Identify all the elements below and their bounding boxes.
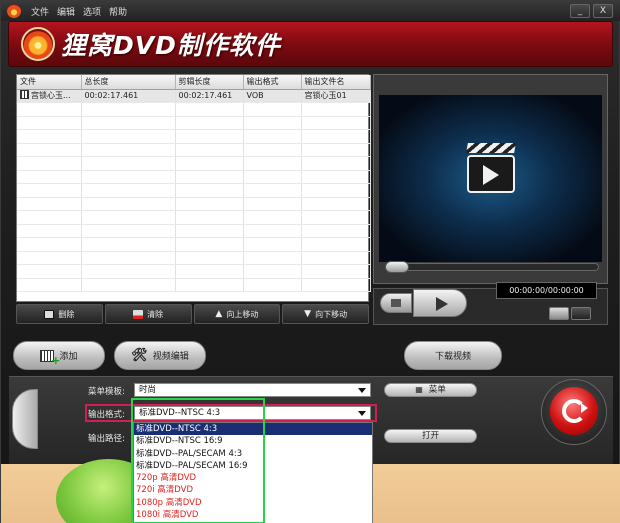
film-file-icon: [20, 90, 29, 100]
grid-icon: ▦: [415, 385, 423, 394]
move-up-button[interactable]: ▲ 向上移动: [193, 304, 281, 324]
empty-row: [17, 170, 371, 184]
list-button-bar: 删除 清除 ▲ 向上移动 ▼ 向下移动: [16, 304, 369, 325]
time-display: 00:00:00/00:00:00: [496, 282, 597, 299]
table-row[interactable]: 宫锁心玉... 00:02:17.461 00:02:17.461 VOB 宫锁…: [17, 89, 371, 103]
empty-row: [17, 197, 371, 211]
video-placeholder-icon: [467, 155, 515, 193]
play-button[interactable]: [413, 289, 467, 317]
empty-row: [17, 143, 371, 157]
move-down-label: 向下移动: [315, 309, 348, 319]
cell-file: 宫锁心玉...: [17, 89, 82, 103]
snapshot-folder-button[interactable]: [571, 307, 591, 320]
arrow-down-icon: ▼: [304, 309, 312, 319]
app-window: 文件 编辑 选项 帮助 _ X 狸窝DVD制作软件 文件 总长度 剪辑长度 输出…: [0, 0, 620, 523]
empty-row: [17, 210, 371, 225]
download-video-button[interactable]: 下载视频: [404, 341, 502, 370]
menubar: 文件 编辑 选项 帮助 _ X: [1, 1, 620, 21]
file-list-panel: 文件 总长度 剪辑长度 输出格式 输出文件名 宫锁心玉... 00:02:17.…: [16, 74, 371, 302]
move-down-button[interactable]: ▼ 向下移动: [282, 304, 369, 324]
flame-logo-icon: [21, 27, 55, 61]
video-edit-button[interactable]: 🛠 视频编辑: [114, 341, 206, 370]
cell-clip-length: 00:02:17.461: [175, 89, 244, 103]
empty-row: [17, 102, 371, 117]
video-edit-label: 视频编辑: [152, 352, 189, 362]
empty-row: [17, 251, 371, 265]
table-header-row: 文件 总长度 剪辑长度 输出格式 输出文件名: [17, 75, 371, 90]
cell-total-length: 00:02:17.461: [81, 89, 176, 103]
delete-button[interactable]: 删除: [16, 304, 103, 324]
col-header-output-filename[interactable]: 输出文件名: [301, 75, 371, 90]
minimize-button[interactable]: _: [570, 4, 590, 18]
menu-template-label: 菜单模板:: [88, 387, 125, 397]
app-logo-icon: [7, 4, 21, 18]
delete-label: 删除: [58, 309, 75, 319]
delete-icon: [44, 309, 55, 319]
snapshot-button[interactable]: [549, 307, 569, 320]
clear-button[interactable]: 清除: [104, 304, 192, 324]
clear-label: 清除: [147, 309, 164, 319]
preview-panel: [373, 74, 608, 284]
empty-row: [17, 237, 371, 252]
seek-bar[interactable]: [385, 263, 599, 271]
tools-icon: 🛠: [131, 348, 148, 363]
window-controls: _ X: [570, 4, 613, 18]
cell-output-format: VOB: [243, 89, 302, 103]
move-up-label: 向上移动: [226, 309, 259, 319]
col-header-total-length[interactable]: 总长度: [81, 75, 176, 90]
empty-row: [17, 264, 371, 279]
menu-template-value: 时尚: [139, 385, 157, 395]
empty-row: [17, 183, 371, 198]
menu-button[interactable]: ▦ 菜单: [384, 383, 477, 397]
menu-options[interactable]: 选项: [83, 5, 101, 18]
menu-template-select[interactable]: 时尚: [134, 383, 371, 397]
menu-file[interactable]: 文件: [31, 5, 49, 18]
chevron-down-icon: [358, 388, 366, 393]
col-header-file[interactable]: 文件: [17, 75, 82, 90]
title-banner: 狸窝DVD制作软件: [8, 21, 613, 67]
col-header-clip-length[interactable]: 剪辑长度: [175, 75, 244, 90]
open-folder-button[interactable]: 打开: [384, 429, 477, 443]
prev-menu-button[interactable]: [12, 389, 38, 449]
cell-output-filename: 宫锁心玉01: [301, 89, 371, 103]
clear-icon: [133, 309, 144, 319]
close-button[interactable]: X: [593, 4, 613, 18]
menu-edit[interactable]: 编辑: [57, 5, 75, 18]
stop-button[interactable]: [380, 293, 412, 313]
refresh-arrow-icon: [562, 399, 588, 423]
arrow-up-icon: ▲: [215, 309, 223, 319]
cell-file-name: 宫锁心玉...: [31, 91, 71, 101]
col-header-output-format[interactable]: 输出格式: [243, 75, 302, 90]
empty-row: [17, 224, 371, 238]
seek-handle[interactable]: [385, 261, 409, 273]
app-title: 狸窝DVD制作软件: [61, 31, 281, 60]
add-video-icon: [40, 349, 60, 367]
file-table: 文件 总长度 剪辑长度 输出格式 输出文件名 宫锁心玉... 00:02:17.…: [17, 75, 371, 292]
options-highlight: [131, 398, 265, 523]
empty-row: [17, 156, 371, 171]
empty-row: [17, 116, 371, 130]
empty-row: [17, 278, 371, 292]
empty-row: [17, 129, 371, 144]
video-preview: [379, 95, 602, 262]
menu-help[interactable]: 帮助: [109, 5, 127, 18]
menu-button-label: 菜单: [428, 385, 446, 395]
add-button[interactable]: 添加: [13, 341, 105, 370]
output-path-label: 输出路径:: [88, 434, 125, 444]
clapper-top-icon: [466, 143, 516, 153]
add-label: 添加: [59, 352, 78, 362]
